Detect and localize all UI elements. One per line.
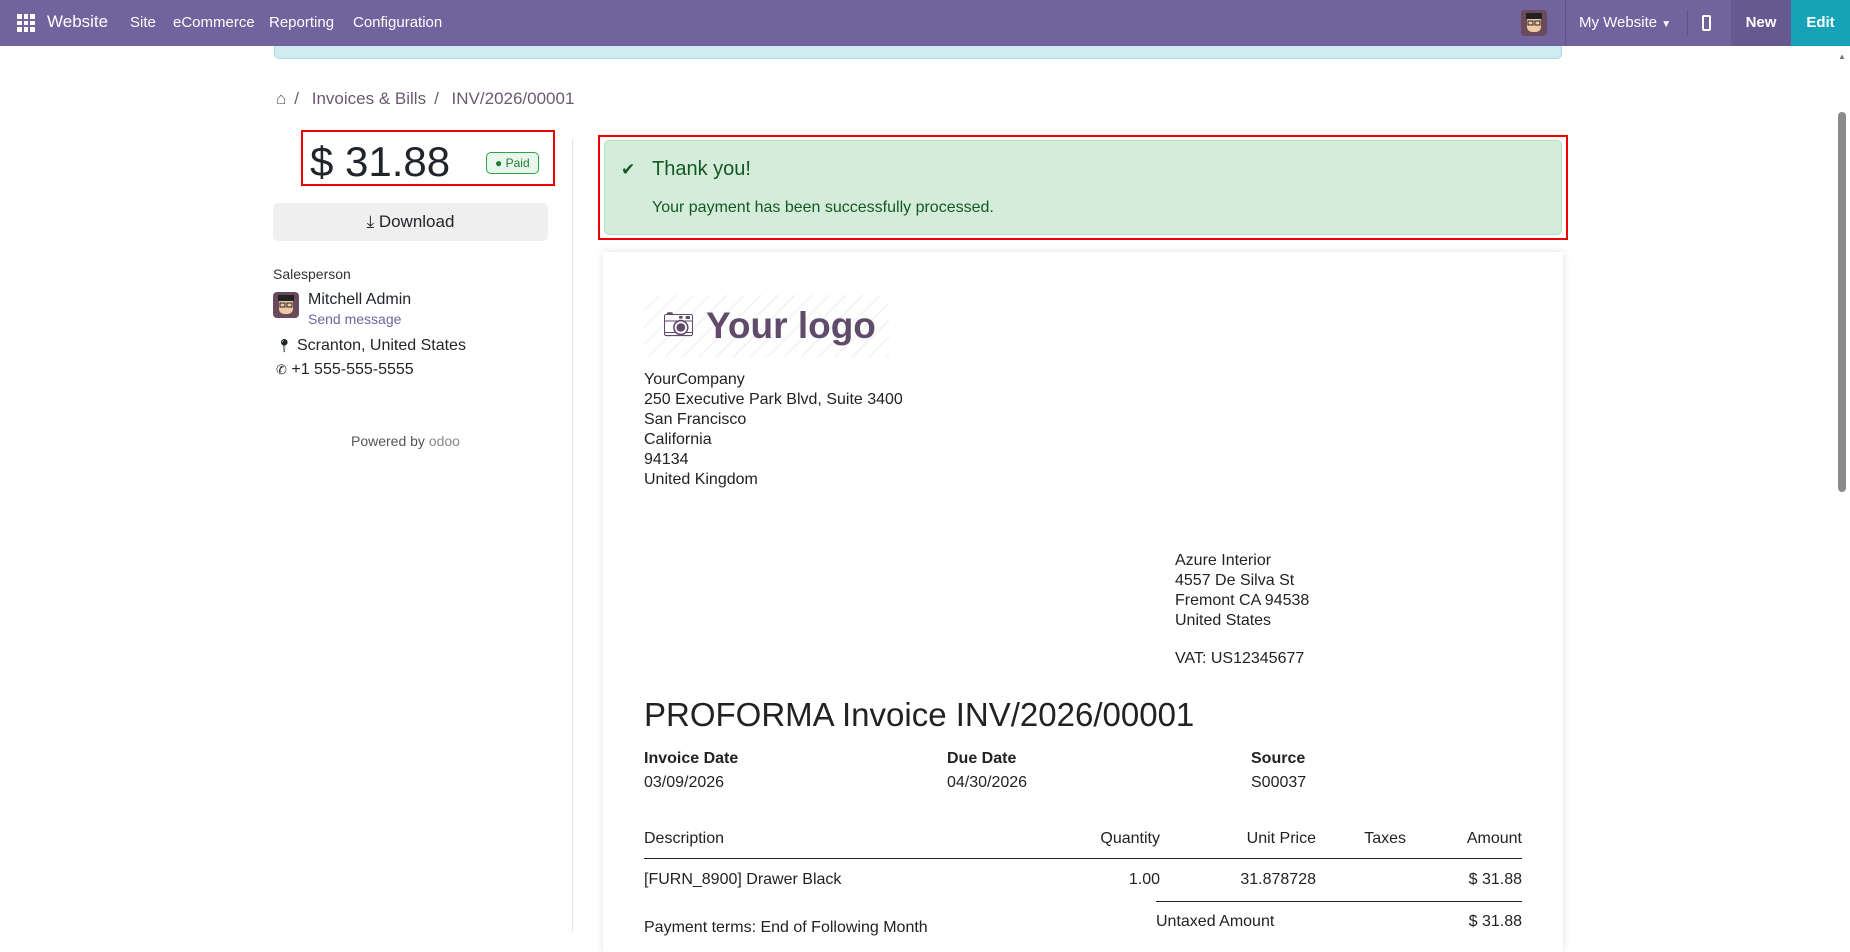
breadcrumb-current: INV/2026/00001 [451, 89, 575, 108]
salesperson-name: Mitchell Admin [308, 291, 412, 308]
address-line: United Kingdom [644, 471, 758, 488]
map-marker-icon: 📍︎ [276, 338, 293, 353]
apps-menu-icon[interactable] [17, 14, 35, 32]
scrollbar-thumb[interactable] [1838, 112, 1846, 492]
col-description: Description [644, 830, 725, 847]
partner-address: Azure Interior 4557 De Silva St Fremont … [1175, 551, 1309, 669]
untaxed-label: Untaxed Amount [1156, 913, 1275, 930]
odoo-logo[interactable]: odoo [429, 433, 460, 449]
status-label: Paid [505, 156, 530, 170]
col-quantity: Quantity [1100, 830, 1160, 847]
info-label: Source [1251, 750, 1306, 767]
powered-by: Powered by odoo [351, 433, 460, 449]
company-logo: 📷︎ Your logo [644, 295, 889, 357]
address-line: YourCompany [644, 371, 745, 388]
send-message-link[interactable]: Send message [308, 311, 401, 327]
check-circle-icon: ● [495, 156, 503, 170]
info-value: 04/30/2026 [947, 774, 1028, 791]
phone-text: +1 555-555-5555 [291, 361, 414, 378]
address-line: Azure Interior [1175, 552, 1272, 569]
logo-text: Your logo [706, 305, 876, 346]
powered-by-text: Powered by [351, 433, 425, 449]
phone: ✆ +1 555-555-5555 [276, 361, 414, 379]
company-address: YourCompany 250 Executive Park Blvd, Sui… [644, 370, 903, 490]
info-value: 03/09/2026 [644, 774, 725, 791]
invoice-amount: $ 31.88 [310, 138, 451, 185]
invoice-title: PROFORMA Invoice INV/2026/00001 [644, 696, 1195, 733]
user-avatar[interactable] [1521, 10, 1547, 36]
address-line: 250 Executive Park Blvd, Suite 3400 [644, 391, 903, 408]
edit-button[interactable]: Edit [1791, 0, 1850, 46]
menu-configuration[interactable]: Configuration [353, 14, 442, 31]
line-quantity: 1.00 [1128, 871, 1160, 888]
new-button[interactable]: New [1731, 0, 1791, 46]
menu-ecommerce[interactable]: eCommerce [173, 14, 255, 31]
address-line: San Francisco [644, 411, 747, 428]
caret-down-icon: ▼ [1661, 19, 1672, 30]
address-line: United States [1175, 612, 1272, 629]
breadcrumb: ⌂ / Invoices & Bills / INV/2026/00001 [276, 89, 575, 108]
salesperson-heading: Salesperson [273, 266, 351, 282]
column-divider [572, 139, 573, 932]
download-button[interactable]: ⤓ Download [273, 203, 548, 241]
address-line: 94134 [644, 451, 689, 468]
camera-icon: 📷︎ [662, 309, 696, 339]
line-amount: $ 31.88 [1468, 871, 1522, 888]
untaxed-value: $ 31.88 [1468, 913, 1522, 930]
col-taxes: Taxes [1364, 830, 1406, 847]
info-label: Due Date [947, 750, 1017, 767]
status-badge: ● Paid [486, 152, 539, 174]
invoice-document: 📷︎ Your logo YourCompany 250 Executive P… [603, 252, 1563, 952]
info-value: S00037 [1251, 774, 1307, 791]
payment-success-alert: ✔ Thank you! Your payment has been succe… [604, 140, 1562, 235]
download-label: Download [378, 212, 455, 231]
phone-icon: ✆ [276, 362, 287, 377]
breadcrumb-invoices[interactable]: Invoices & Bills [312, 89, 426, 108]
address-line: California [644, 431, 712, 448]
payment-terms: Payment terms: End of Following Month [644, 919, 928, 936]
info-label: Invoice Date [644, 750, 739, 767]
check-icon: ✔ [621, 160, 636, 179]
top-navbar: Website Site eCommerce Reporting Configu… [0, 0, 1850, 46]
col-amount: Amount [1466, 830, 1522, 847]
line-description: [FURN_8900] Drawer Black [644, 871, 842, 888]
alert-message: Your payment has been successfully proce… [652, 199, 994, 216]
menu-reporting[interactable]: Reporting [269, 14, 334, 31]
menu-site[interactable]: Site [130, 14, 156, 31]
vat-number: VAT: US12345677 [1175, 650, 1305, 667]
line-unit-price: 31.878728 [1240, 871, 1316, 888]
mobile-preview-icon[interactable] [1702, 15, 1711, 31]
home-icon[interactable]: ⌂ [276, 89, 286, 108]
app-name[interactable]: Website [47, 12, 108, 32]
location: 📍︎ Scranton, United States [276, 337, 466, 355]
download-icon: ⤓ [366, 212, 375, 231]
alert-title: Thank you! [652, 158, 751, 180]
location-text: Scranton, United States [296, 337, 466, 354]
address-line: 4557 De Silva St [1175, 572, 1295, 589]
salesperson-avatar [273, 292, 299, 318]
col-unit-price: Unit Price [1246, 830, 1316, 847]
info-banner [274, 46, 1562, 59]
website-selector-label: My Website [1579, 14, 1658, 31]
scroll-up-icon[interactable]: ▲ [1838, 52, 1846, 61]
website-selector[interactable]: My Website ▼ [1579, 14, 1671, 31]
address-line: Fremont CA 94538 [1175, 592, 1310, 609]
